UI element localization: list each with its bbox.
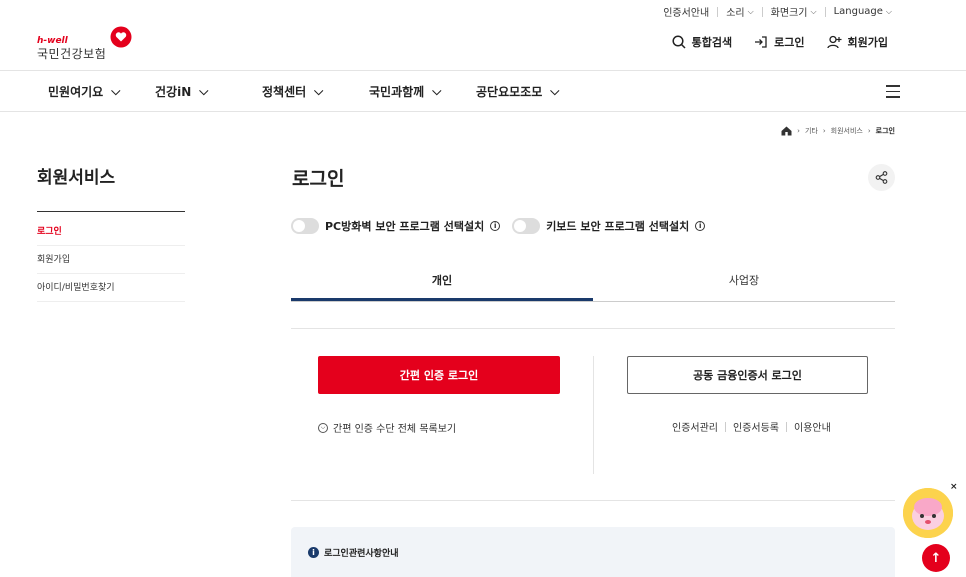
page-title: 로그인: [292, 168, 345, 190]
nav-label: 건강iN: [155, 85, 192, 99]
nav-item-civil[interactable]: 민원여기요 ⌵: [48, 83, 120, 100]
signup-button[interactable]: 회원가입: [826, 34, 888, 50]
share-icon: [875, 171, 888, 184]
scroll-top-button[interactable]: ↑: [922, 544, 950, 572]
chevron-down-icon: ⌵: [747, 6, 754, 16]
simple-auth-list-link[interactable]: ⌵ 간편 인증 수단 전체 목록보기: [318, 420, 456, 435]
cert-guide-label: 인증서안내: [663, 8, 710, 19]
chevron-down-icon: ⌵: [810, 6, 817, 16]
util-separator: [824, 6, 826, 17]
tab-personal[interactable]: 개인: [291, 262, 593, 301]
pc-firewall-toggle[interactable]: [291, 218, 319, 234]
logo-text: 국민건강보험: [37, 47, 107, 61]
link-separator: [725, 421, 726, 432]
home-icon[interactable]: [781, 126, 792, 136]
side-item-signup[interactable]: 회원가입: [37, 246, 185, 274]
keyboard-security-label: 키보드 보안 프로그램 선택설치: [546, 220, 690, 233]
language-dropdown[interactable]: Language ⌵: [834, 6, 892, 17]
breadcrumb-current: 로그인: [875, 127, 895, 135]
language-label: Language: [833, 6, 883, 17]
chevron-right-icon: ›: [822, 127, 826, 135]
pc-firewall-toggle-group: PC방화벽 보안 프로그램 선택설치 i: [291, 218, 501, 234]
security-toggles: PC방화벽 보안 프로그램 선택설치 i 키보드 보안 프로그램 선택설치 i: [291, 218, 706, 234]
chatbot-button[interactable]: [903, 488, 953, 538]
cert-links: 인증서관리 인증서등록 이용안내: [672, 419, 831, 434]
side-divider: [37, 211, 185, 212]
pc-firewall-label: PC방화벽 보안 프로그램 선택설치: [325, 220, 485, 233]
search-button[interactable]: 통합검색: [672, 34, 732, 50]
site-logo[interactable]: h-well 국민건강보험: [37, 26, 137, 61]
info-icon[interactable]: i: [695, 221, 706, 231]
close-icon[interactable]: ×: [950, 482, 958, 492]
content-divider: [291, 500, 895, 501]
simple-auth-list-label: 간편 인증 수단 전체 목록보기: [333, 424, 457, 435]
search-label: 통합검색: [691, 36, 733, 49]
keyboard-security-toggle[interactable]: [512, 218, 541, 234]
login-notice-box: i 로그인관련사항안내: [291, 527, 895, 577]
chevron-down-icon: ⌵: [550, 84, 560, 98]
util-separator: [717, 6, 719, 17]
chevron-right-icon: ›: [797, 127, 800, 135]
util-separator: [761, 6, 763, 17]
breadcrumb-item[interactable]: 기타: [805, 126, 818, 136]
side-menu: 로그인 회원가입 아이디/비밀번호찾기: [37, 218, 185, 302]
chevron-down-icon: ⌵: [432, 84, 442, 98]
login-type-tabs: 개인 사업장: [291, 262, 895, 302]
nav-item-policy[interactable]: 정책센터 ⌵: [262, 83, 323, 100]
share-button[interactable]: [868, 164, 895, 191]
nav-label: 국민과함께: [369, 85, 425, 99]
login-icon: [755, 36, 767, 48]
cert-login-button[interactable]: 공동 금융인증서 로그인: [627, 356, 868, 394]
sound-dropdown[interactable]: 소리 ⌵: [726, 4, 754, 20]
notice-title-label: 로그인관련사항안내: [324, 549, 399, 559]
main-nav: 민원여기요 ⌵ 건강iN ⌵ 정책센터 ⌵ 국민과함께 ⌵ 공단요모조모 ⌵: [0, 70, 966, 112]
link-separator: [786, 421, 787, 432]
info-icon: i: [308, 547, 319, 558]
nav-item-about[interactable]: 공단요모조모 ⌵: [476, 83, 559, 100]
screen-size-label: 화면크기: [770, 8, 808, 19]
side-item-login[interactable]: 로그인: [37, 218, 185, 246]
signup-label: 회원가입: [847, 36, 888, 49]
cert-manage-link[interactable]: 인증서관리: [672, 419, 718, 434]
arrow-up-icon: ↑: [930, 550, 942, 566]
breadcrumb-item[interactable]: 회원서비스: [831, 126, 863, 136]
header-actions: 통합검색 로그인 회원가입: [672, 34, 888, 50]
notice-title: i 로그인관련사항안내: [308, 546, 399, 559]
chatbot-mascot-icon: [903, 488, 953, 538]
simple-auth-login-button[interactable]: 간편 인증 로그인: [318, 356, 560, 394]
search-icon: [672, 35, 686, 49]
chevron-right-icon: ›: [867, 127, 871, 135]
cert-guide-link[interactable]: 인증서안내: [663, 4, 709, 19]
side-menu-title: 회원서비스: [37, 168, 116, 188]
chevron-down-icon: ⌵: [885, 6, 892, 16]
nav-item-health[interactable]: 건강iN ⌵: [155, 83, 208, 100]
content-divider: [291, 328, 895, 329]
nav-label: 정책센터: [262, 85, 307, 99]
keyboard-toggle-group: 키보드 보안 프로그램 선택설치 i: [512, 218, 706, 234]
chevron-down-icon: ⌵: [314, 84, 324, 98]
screen-size-dropdown[interactable]: 화면크기 ⌵: [770, 4, 817, 20]
cert-register-link[interactable]: 인증서등록: [733, 419, 779, 434]
login-button[interactable]: 로그인: [754, 34, 805, 50]
nav-label: 공단요모조모: [476, 85, 543, 99]
add-user-icon: [826, 35, 842, 49]
nav-label: 민원여기요: [48, 85, 104, 99]
usage-guide-link[interactable]: 이용안내: [794, 419, 831, 434]
nav-item-public[interactable]: 국민과함께 ⌵: [369, 83, 441, 100]
utility-bar: 인증서안내 소리 ⌵ 화면크기 ⌵ Language ⌵: [663, 4, 892, 19]
side-item-find-id[interactable]: 아이디/비밀번호찾기: [37, 274, 185, 302]
login-label: 로그인: [774, 36, 805, 49]
vertical-divider: [593, 356, 594, 474]
chevron-down-icon: ⌵: [111, 84, 121, 98]
tab-business[interactable]: 사업장: [593, 262, 895, 301]
info-icon[interactable]: i: [490, 221, 501, 231]
breadcrumb: › 기타 › 회원서비스 › 로그인: [781, 126, 895, 136]
chevron-down-icon: ⌵: [199, 84, 209, 98]
circle-chevron-down-icon: ⌵: [318, 422, 328, 433]
sound-label: 소리: [726, 8, 745, 19]
heart-logo-icon: [110, 26, 132, 48]
hamburger-menu-icon[interactable]: [886, 85, 900, 98]
